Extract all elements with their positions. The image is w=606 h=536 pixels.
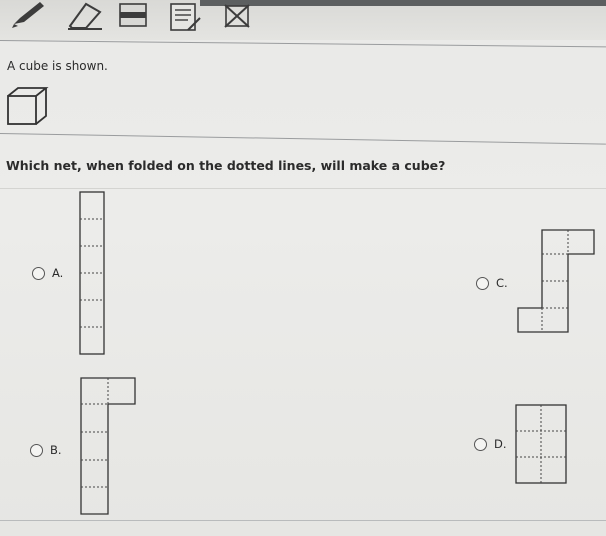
radio-c[interactable] — [476, 276, 489, 290]
stem-text: A cube is shown. — [7, 59, 108, 73]
net-d — [514, 403, 570, 491]
radio-d[interactable] — [474, 437, 487, 451]
option-d[interactable]: D. — [474, 437, 507, 451]
net-a — [78, 190, 108, 364]
option-a[interactable]: A. — [32, 266, 63, 280]
net-b — [79, 376, 139, 522]
radio-b[interactable] — [30, 443, 43, 457]
option-c-label: C. — [496, 276, 508, 290]
toolbar-strip — [200, 0, 606, 6]
net-c — [514, 226, 598, 340]
question-divider — [0, 188, 606, 189]
bottom-divider — [0, 520, 606, 521]
eraser-icon[interactable] — [62, 0, 106, 36]
pencil-icon[interactable] — [10, 0, 50, 36]
option-d-label: D. — [494, 437, 507, 451]
toolbar — [0, 0, 606, 40]
line-reader-icon[interactable] — [118, 0, 150, 36]
option-a-label: A. — [52, 266, 64, 280]
question-text: Which net, when folded on the dotted lin… — [6, 158, 446, 173]
notepad-icon[interactable] — [168, 0, 202, 36]
option-b-label: B. — [50, 443, 62, 457]
toolbar-divider — [0, 40, 606, 48]
radio-a[interactable] — [32, 266, 45, 280]
stem-divider — [0, 133, 606, 145]
option-b[interactable]: B. — [30, 443, 62, 457]
cube-icon — [6, 86, 50, 134]
option-c[interactable]: C. — [476, 276, 508, 290]
answer-eliminator-icon[interactable] — [222, 0, 254, 36]
